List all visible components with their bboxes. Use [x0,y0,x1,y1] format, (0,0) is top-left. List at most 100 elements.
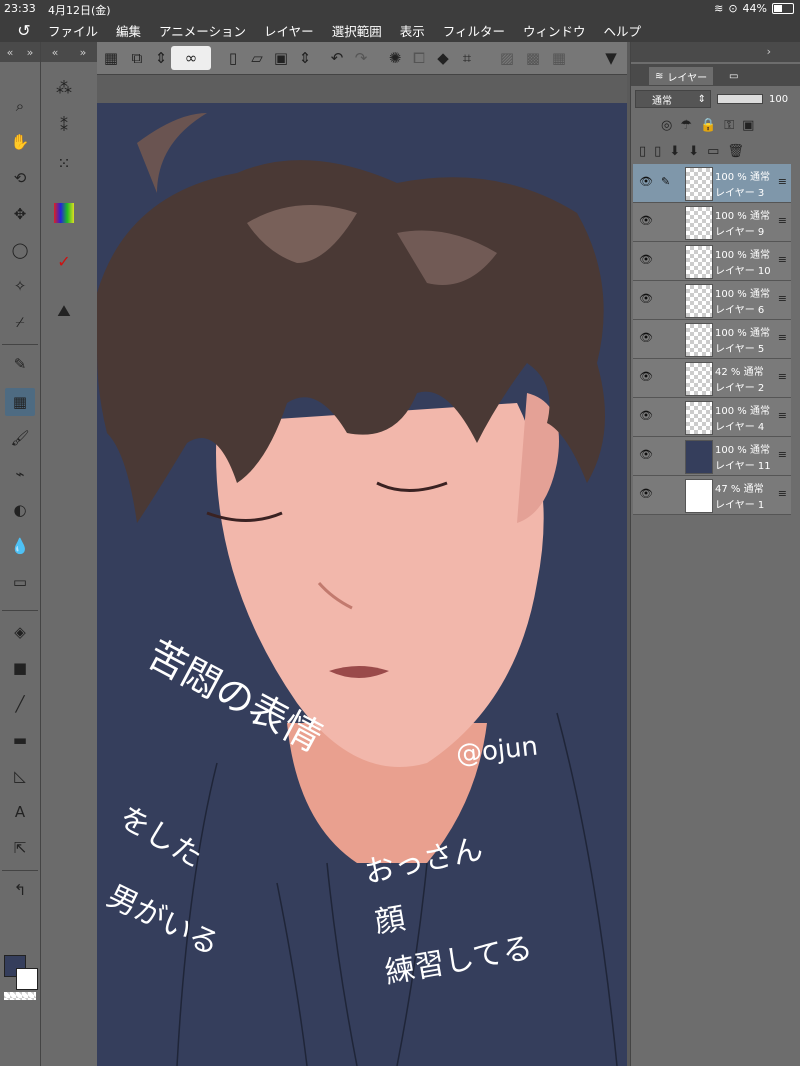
gradient-icon[interactable]: ■ [5,654,35,682]
layer-menu-icon[interactable]: ≡ [778,292,787,305]
eye-icon[interactable]: 👁 [639,214,653,228]
lasso-icon[interactable]: ◯ [5,236,35,264]
new-raster-layer-icon[interactable]: ▯ [639,144,646,159]
updown-icon[interactable]: ⇕ [293,46,317,70]
eraser-icon[interactable]: ▭ [5,568,35,596]
collapse-right-icon[interactable]: › [767,45,771,58]
layer-menu-icon[interactable]: ≡ [778,487,787,500]
layer-menu-icon[interactable]: ≡ [778,214,787,227]
layer-row[interactable]: 👁 100 % 通常 レイヤー 10 ≡ [633,242,791,281]
collapse-left-icon[interactable]: « [52,46,59,59]
move-icon[interactable]: ✥ [5,200,35,228]
layer-menu-icon[interactable]: ≡ [778,409,787,422]
expand-right-icon[interactable]: » [80,46,87,59]
merge-down-icon[interactable]: ⬇ [669,144,680,159]
eye-icon[interactable]: 👁 [639,487,653,501]
expand-right-icon[interactable]: » [27,46,34,59]
delete-layer-icon[interactable]: 🗑 [727,144,744,159]
triangle-ruler-icon[interactable]: ◺ [5,762,35,790]
layer-menu-icon[interactable]: ≡ [778,175,787,188]
loading-icon[interactable]: ✺ [383,46,407,70]
collapse-left-icon[interactable]: « [7,46,14,59]
grid-view-icon[interactable]: ▦ [99,46,123,70]
ruler-icon[interactable]: ▬ [5,726,35,754]
check-icon[interactable]: ✓ [49,246,79,276]
blend-icon[interactable]: ◐ [5,496,35,524]
menu-file[interactable]: ファイル [48,21,98,40]
new-vector-layer-icon[interactable]: ▯ [654,144,661,159]
menu-help[interactable]: ヘルプ [604,21,642,40]
eye-icon[interactable]: 👁 [639,370,653,384]
menu-layer[interactable]: レイヤー [264,21,314,40]
blend-mode-select[interactable]: 通常 ⇕ [635,90,711,108]
select-object-icon[interactable]: ⇱ [5,834,35,862]
layer-row[interactable]: 👁 100 % 通常 レイヤー 4 ≡ [633,398,791,437]
menu-filter[interactable]: フィルター [443,21,505,40]
transparent-color-swatch[interactable] [4,992,36,1000]
transform-icon[interactable]: ⧠ [407,46,431,70]
brush-icon[interactable]: 🖌 [5,424,35,452]
reference-layer-icon[interactable]: ☂ [680,118,692,133]
sub-color-swatch[interactable] [16,968,38,990]
layer-menu-icon[interactable]: ≡ [778,448,787,461]
menu-view[interactable]: 表示 [400,21,425,40]
layer-menu-icon[interactable]: ≡ [778,370,787,383]
sub-tool-pattern3-icon[interactable]: ⁙ [49,148,79,178]
layer-row[interactable]: 👁 100 % 通常 レイヤー 11 ≡ [633,437,791,476]
deselect-icon[interactable]: ▩ [521,46,545,70]
magic-wand-icon[interactable]: ✧ [5,272,35,300]
clip-studio-logo-icon[interactable]: ↺ [14,20,34,40]
layer-row[interactable]: 👁 47 % 通常 レイヤー 1 ≡ [633,476,791,515]
drawing-canvas[interactable]: 苦悶の表情 をした 男がいる おっさん 顔 練習してる @ojun [97,103,627,1066]
new-file-icon[interactable]: ▯ [221,46,245,70]
merge-visible-icon[interactable]: ⬇ [688,144,699,159]
menu-selection[interactable]: 選択範囲 [332,21,382,40]
fill-selection-icon[interactable]: ◆ [431,46,455,70]
eye-icon[interactable]: 👁 [639,409,653,423]
pen-icon[interactable]: ✎ [5,350,35,378]
invert-selection-icon[interactable]: ▦ [547,46,571,70]
layer-row[interactable]: 👁 42 % 通常 レイヤー 2 ≡ [633,359,791,398]
layer-mask-icon[interactable]: ▭ [707,144,719,159]
undo-icon[interactable]: ↶ [325,46,349,70]
eye-icon[interactable]: 👁 [639,448,653,462]
layer-row[interactable]: 👁 ✎ 100 % 通常 レイヤー 3 ≡ [633,164,791,203]
menu-animation[interactable]: アニメーション [159,21,246,40]
crop-icon[interactable]: ⌗ [455,46,479,70]
dropdown-icon[interactable]: ▼ [599,46,623,70]
sub-tool-pattern-icon[interactable]: ⁂ [49,72,79,102]
lock-icon[interactable]: 🔒 [700,118,716,133]
pattern-icon[interactable]: ▦ [5,388,35,416]
correct-line-icon[interactable]: ↰ [5,876,35,904]
layer-menu-icon[interactable]: ≡ [778,253,787,266]
opacity-slider[interactable] [717,94,763,104]
layer-row[interactable]: 👁 100 % 通常 レイヤー 5 ≡ [633,320,791,359]
eye-icon[interactable]: 👁 [639,253,653,267]
fill-icon[interactable]: ◈ [5,618,35,646]
clip-studio-icon[interactable]: ∞ [171,46,211,70]
tab-layer[interactable]: ≋ レイヤー [649,67,714,85]
eye-icon[interactable]: 👁 [639,331,653,345]
menu-edit[interactable]: 編集 [116,21,141,40]
open-file-icon[interactable]: ▱ [245,46,269,70]
redo-icon[interactable]: ↷ [349,46,373,70]
clear-icon[interactable]: ▨ [495,46,519,70]
eyedropper-icon[interactable]: ⌿ [5,308,35,336]
eye-icon[interactable]: 👁 [639,292,653,306]
zoom-icon[interactable]: ⌕ [5,92,35,120]
color-set-icon[interactable] [49,198,79,228]
hand-icon[interactable]: ✋ [5,128,35,156]
menu-window[interactable]: ウィンドウ [523,21,586,40]
layer-row[interactable]: 👁 100 % 通常 レイヤー 6 ≡ [633,281,791,320]
eye-icon[interactable]: 👁 [639,175,653,189]
updown-icon[interactable]: ⇕ [149,46,173,70]
save-icon[interactable]: ▣ [269,46,293,70]
layer-row[interactable]: 👁 100 % 通常 レイヤー 9 ≡ [633,203,791,242]
water-drop-icon[interactable]: 💧 [5,532,35,560]
line-icon[interactable]: ╱ [5,690,35,718]
clip-layer-icon[interactable]: ◎ [661,118,672,133]
tab-navigator[interactable]: ▭ [723,67,744,85]
text-icon[interactable]: A [5,798,35,826]
sub-tool-pattern2-icon[interactable]: ⁑ [49,110,79,140]
airbrush-icon[interactable]: ⌁ [5,460,35,488]
